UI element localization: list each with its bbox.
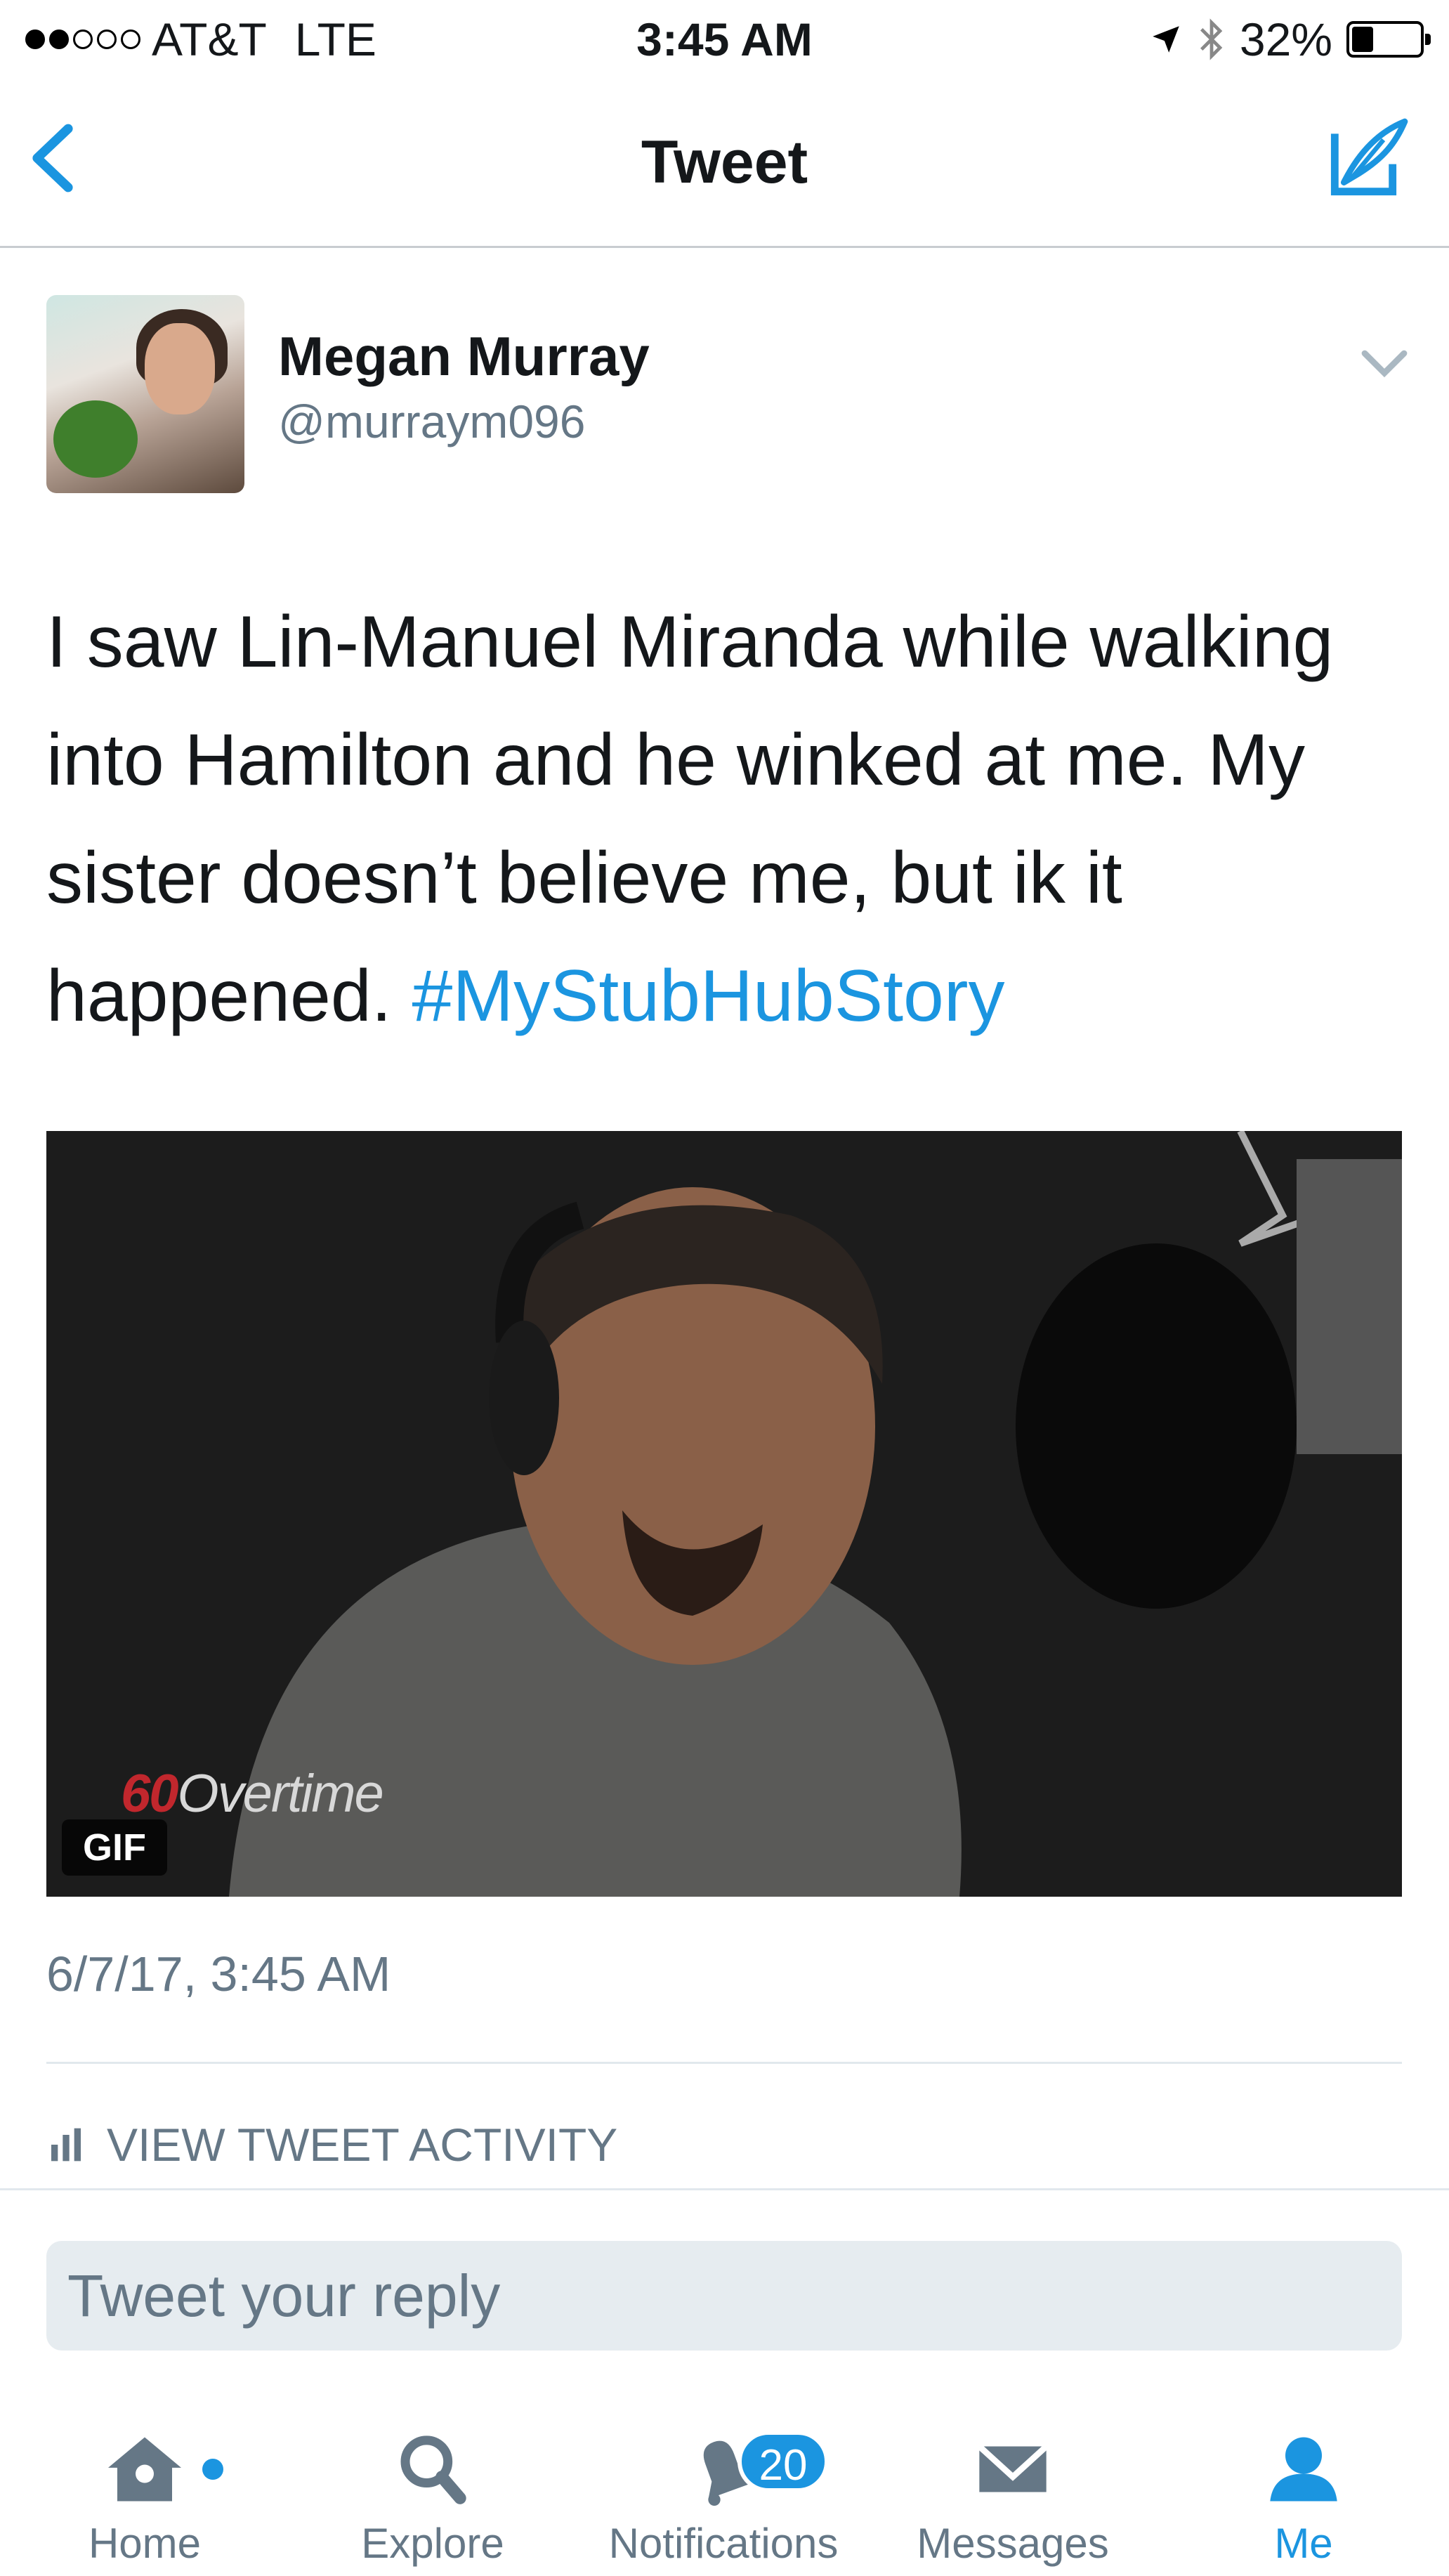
- author-handle[interactable]: @murraym096: [278, 395, 585, 448]
- compose-tweet-icon[interactable]: [1323, 112, 1414, 204]
- chevron-down-icon[interactable]: [1360, 346, 1409, 381]
- hashtag-link[interactable]: #MyStubHubStory: [412, 955, 1005, 1037]
- tweet-timestamp: 6/7/17, 3:45 AM: [46, 1947, 391, 2001]
- notification-count-badge: 20: [737, 2431, 829, 2492]
- divider: [0, 2188, 1449, 2190]
- tab-bar: Home Explore 20 Notifications Messages M…: [0, 2388, 1449, 2576]
- gif-badge: GIF: [62, 1819, 167, 1876]
- tab-me[interactable]: Me: [1177, 2431, 1430, 2568]
- tab-explore[interactable]: Explore: [306, 2431, 559, 2568]
- avatar[interactable]: [46, 295, 244, 493]
- author-name[interactable]: Megan Murray: [278, 325, 650, 388]
- person-icon: [1270, 2437, 1337, 2502]
- status-bar: AT&T LTE 3:45 AM 32%: [0, 0, 1449, 77]
- reply-input[interactable]: [46, 2241, 1402, 2351]
- brand-watermark: 60Overtime: [121, 1764, 384, 1824]
- tweet-media-gif[interactable]: 60Overtime GIF: [46, 1131, 1402, 1897]
- nav-bar: Tweet: [0, 77, 1449, 248]
- divider: [46, 2062, 1402, 2064]
- home-icon: [108, 2437, 181, 2502]
- envelope-icon: [977, 2444, 1049, 2492]
- tab-messages[interactable]: Messages: [886, 2431, 1139, 2568]
- location-arrow-icon: [1153, 26, 1179, 53]
- search-icon: [400, 2436, 466, 2504]
- activity-label: VIEW TWEET ACTIVITY: [107, 2119, 618, 2171]
- battery-percent: 32%: [1239, 13, 1332, 65]
- bar-chart-icon: [51, 2128, 81, 2162]
- tab-home[interactable]: Home: [18, 2431, 271, 2568]
- tweet-text: I saw Lin-Manuel Miranda while walking i…: [46, 583, 1409, 1055]
- page-title: Tweet: [641, 129, 808, 196]
- tab-notifications[interactable]: 20 Notifications: [597, 2431, 850, 2568]
- status-right: 32%: [1148, 13, 1431, 66]
- battery-icon: [1346, 21, 1431, 58]
- bluetooth-icon: [1200, 18, 1223, 60]
- view-tweet-activity-link[interactable]: VIEW TWEET ACTIVITY: [46, 2118, 617, 2171]
